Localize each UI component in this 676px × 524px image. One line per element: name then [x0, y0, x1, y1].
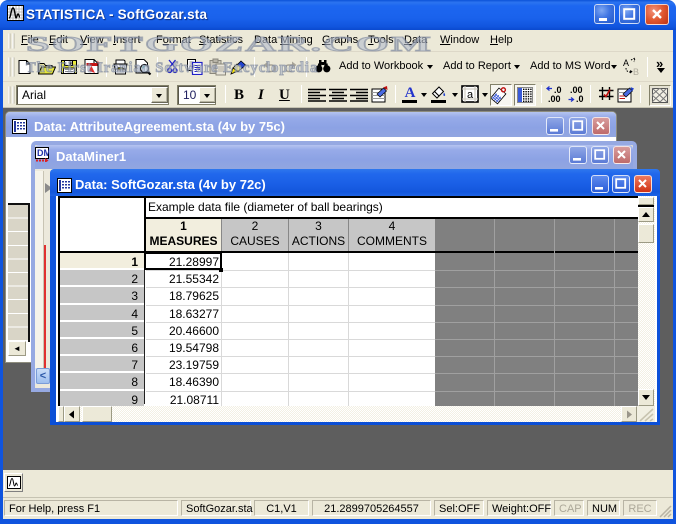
svg-text:a: a	[467, 89, 474, 101]
svg-text:A: A	[623, 58, 629, 68]
svg-text:B: B	[633, 67, 639, 76]
svg-text:.0: .0	[576, 94, 584, 104]
svg-text:DM: DM	[37, 148, 49, 158]
svg-text:.00: .00	[548, 94, 561, 104]
